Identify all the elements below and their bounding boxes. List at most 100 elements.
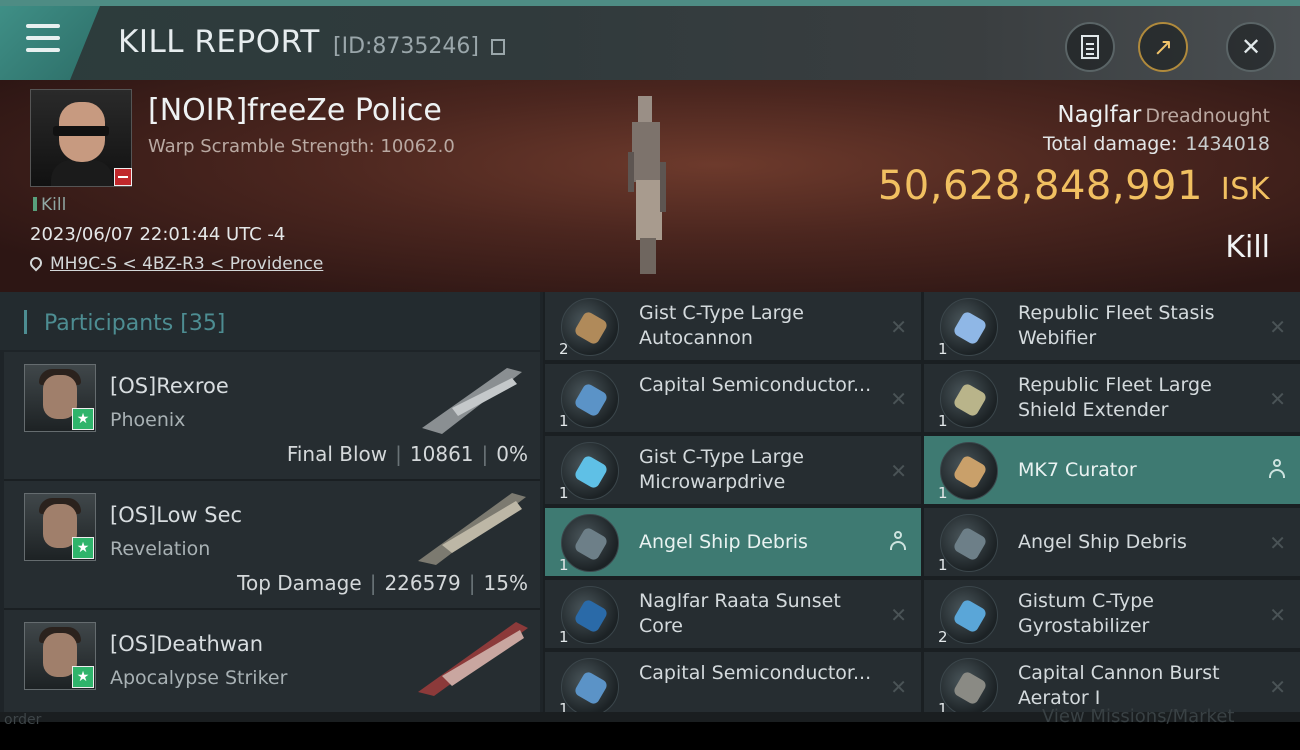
module-item[interactable]: 1 Naglfar Raata Sunset Core ✕ [545, 580, 921, 650]
kill-report-window: KILL REPORT [ID:8735246] ↗ ✕ [NOIR]freeZ… [0, 0, 1300, 712]
participant-row[interactable]: ★ [OS]Deathwan Apocalypse Striker [4, 610, 540, 712]
total-damage: Total damage: 1434018 [1043, 133, 1270, 155]
module-name: Capital Semiconductor... [639, 662, 872, 684]
kill-timestamp: 2023/06/07 22:01:44 UTC -4 [30, 224, 286, 245]
module-icon [940, 298, 998, 356]
module-name: Republic Fleet Stasis Webifier [1018, 302, 1215, 349]
kill-result: Kill [1225, 230, 1270, 265]
module-item[interactable]: 1 Republic Fleet Large Shield Extender ✕ [924, 364, 1300, 434]
menu-button[interactable] [0, 6, 100, 80]
module-quantity: 1 [559, 628, 569, 646]
hamburger-icon [26, 24, 60, 52]
module-item[interactable]: 1 Angel Ship Debris [545, 508, 921, 578]
module-item[interactable]: 1 Republic Fleet Stasis Webifier ✕ [924, 292, 1300, 362]
module-quantity: 2 [938, 628, 948, 646]
module-icon [940, 658, 998, 712]
module-icon [940, 514, 998, 572]
kill-id: [ID:8735246] [333, 34, 479, 59]
stat-percent: 15% [483, 571, 528, 595]
module-item[interactable]: 2 Gistum C-Type Gyrostabilizer ✕ [924, 580, 1300, 650]
module-name: Capital Semiconductor... [639, 374, 872, 396]
module-icon [561, 370, 619, 428]
module-quantity: 1 [559, 484, 569, 502]
participant-stats: Top Damage | 226579 | 15% [237, 571, 528, 595]
destroyed-icon: ✕ [890, 675, 907, 699]
close-icon: ✕ [1240, 33, 1262, 61]
share-icon: ↗ [1152, 33, 1174, 61]
isk-value: 50,628,848,991 ISK [878, 163, 1270, 209]
victim-ship[interactable]: Naglfar Dreadnought [1057, 102, 1270, 128]
module-name: Angel Ship Debris [639, 531, 808, 553]
destroyed-icon: ✕ [1269, 531, 1286, 555]
module-icon [561, 298, 619, 356]
participant-ship: Apocalypse Striker [110, 667, 288, 689]
person-icon [889, 530, 907, 552]
participant-ship: Phoenix [110, 409, 186, 431]
module-item[interactable]: 1 Gist C-Type Large Microwarpdrive ✕ [545, 436, 921, 506]
destroyed-icon: ✕ [1269, 603, 1286, 627]
participant-ship-image [418, 493, 526, 565]
module-icon [561, 514, 619, 572]
module-name: Gist C-Type Large Microwarpdrive [639, 446, 804, 493]
participant-ship-image [418, 622, 528, 696]
stat-damage: 226579 [384, 571, 461, 595]
participant-name: [OS]Rexroe [110, 374, 229, 398]
module-icon [561, 586, 619, 644]
participant-ship-image [422, 368, 522, 434]
participant-name: [OS]Deathwan [110, 632, 264, 656]
module-icon [940, 442, 998, 500]
destroyed-icon: ✕ [890, 315, 907, 339]
isk-unit: ISK [1220, 172, 1270, 207]
participants-header[interactable]: Participants [35] [0, 292, 540, 350]
destroyed-icon: ✕ [890, 459, 907, 483]
module-quantity: 1 [938, 484, 948, 502]
module-item[interactable]: 1 Angel Ship Debris ✕ [924, 508, 1300, 578]
module-item[interactable]: 1 Capital Semiconductor... ✕ [545, 652, 921, 712]
module-item[interactable]: 1 Capital Cannon Burst Aerator I ✕ [924, 652, 1300, 712]
destroyed-icon: ✕ [1269, 387, 1286, 411]
destroyed-icon: ✕ [890, 603, 907, 627]
clipboard-icon [1081, 35, 1099, 59]
module-icon [940, 586, 998, 644]
module-item[interactable]: 1 MK7 Curator [924, 436, 1300, 506]
module-name: MK7 Curator [1018, 459, 1137, 481]
module-icon [561, 442, 619, 500]
share-button[interactable]: ↗ [1138, 22, 1188, 72]
participants-label: Participants [44, 311, 174, 336]
module-item[interactable]: 2 Gist C-Type Large Autocannon ✕ [545, 292, 921, 362]
module-item[interactable]: 1 Capital Semiconductor... ✕ [545, 364, 921, 434]
module-quantity: 1 [559, 556, 569, 574]
module-name: Gistum C-Type Gyrostabilizer [1018, 590, 1154, 637]
participant-row[interactable]: ★ [OS]Low Sec Revelation Top Damage | 2265… [4, 481, 540, 610]
victim-ship-image [628, 96, 666, 274]
module-name: Republic Fleet Large Shield Extender [1018, 374, 1212, 421]
location-link[interactable]: MH9C-S < 4BZ-R3 < Providence [50, 254, 323, 274]
kill-location[interactable]: MH9C-S < 4BZ-R3 < Providence [27, 254, 323, 274]
module-name: Capital Cannon Burst Aerator I [1018, 662, 1220, 709]
background-order-text: order [4, 712, 42, 728]
module-quantity: 1 [938, 340, 948, 358]
module-name: Gist C-Type Large Autocannon [639, 302, 804, 349]
participant-row[interactable]: ★ [OS]Rexroe Phoenix Final Blow | 10861 | 0% [4, 352, 540, 481]
ship-name: Naglfar [1057, 102, 1142, 128]
close-button[interactable]: ✕ [1226, 22, 1276, 72]
participants-title: Participants [35] [24, 310, 225, 336]
module-name: Angel Ship Debris [1018, 531, 1187, 553]
page-title: KILL REPORT [118, 24, 320, 60]
header-bar: KILL REPORT [ID:8735246] ↗ ✕ [0, 0, 1300, 80]
module-icon [561, 658, 619, 712]
copy-icon[interactable] [491, 39, 505, 55]
background-missions-link: View Missions/Market [1042, 706, 1235, 727]
participant-name: [OS]Low Sec [110, 503, 243, 527]
destroyed-icon: ✕ [890, 387, 907, 411]
person-icon [1268, 458, 1286, 480]
report-button[interactable] [1065, 22, 1115, 72]
isk-amount: 50,628,848,991 [877, 163, 1203, 209]
module-icon [940, 370, 998, 428]
stat-damage: 10861 [409, 442, 474, 466]
module-name: Naglfar Raata Sunset Core [639, 590, 841, 637]
stat-label: Top Damage [237, 571, 362, 595]
module-quantity: 1 [938, 412, 948, 430]
victim-name[interactable]: [NOIR]freeZe Police [148, 93, 442, 128]
destroyed-icon: ✕ [1269, 675, 1286, 699]
